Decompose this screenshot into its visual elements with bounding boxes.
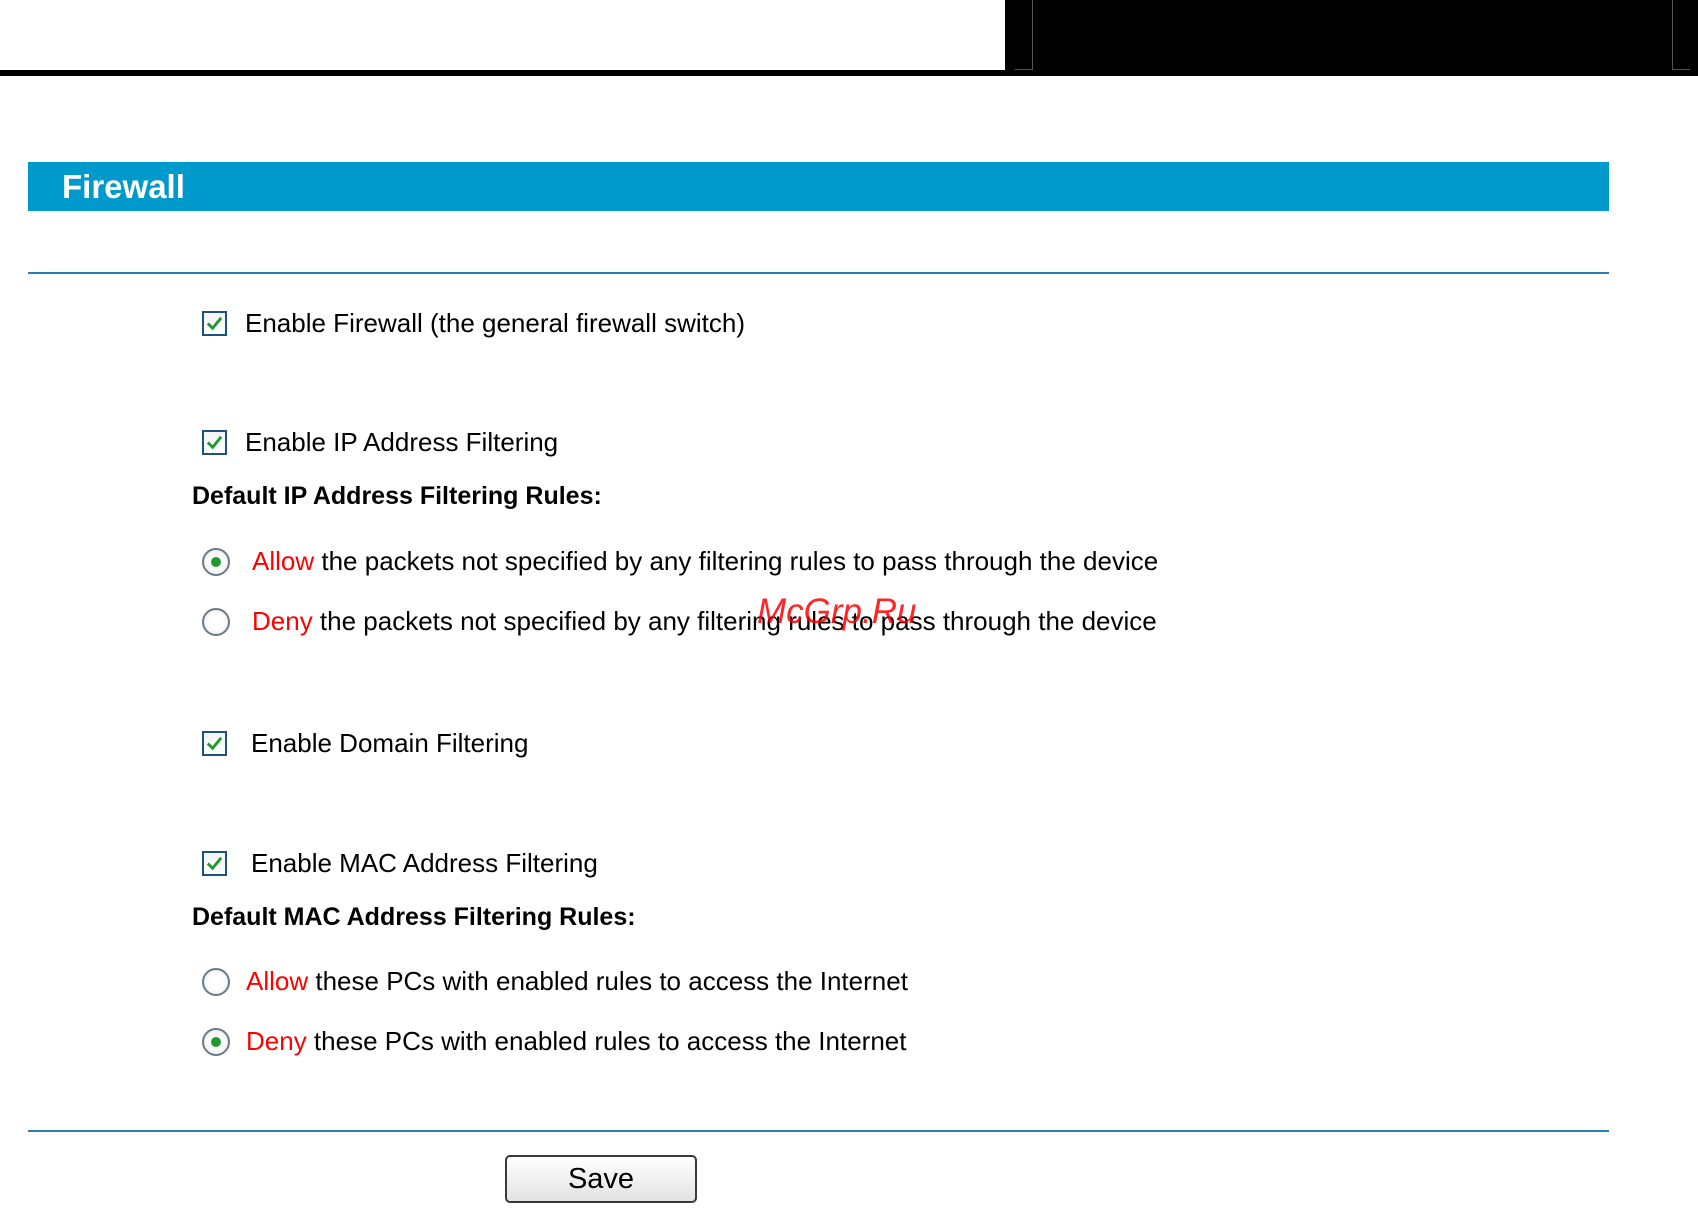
enable-firewall-label: Enable Firewall (the general firewall sw… (245, 308, 745, 338)
crop-mark-right (1672, 0, 1690, 70)
enable-domain-filtering-row[interactable]: Enable Domain Filtering (202, 728, 528, 759)
enable-ip-filtering-row[interactable]: Enable IP Address Filtering (202, 427, 558, 458)
mac-rule-deny-radio[interactable] (202, 1027, 230, 1056)
mac-rules-header: Default MAC Address Filtering Rules: (192, 903, 636, 931)
mac-rule-deny-label: Deny these PCs with enabled rules to acc… (246, 1026, 906, 1057)
checkmark-icon (206, 316, 223, 331)
top-banner-block (1005, 0, 1698, 76)
ip-rule-deny-text: the packets not specified by any filteri… (312, 606, 1157, 636)
bottom-divider (28, 1130, 1609, 1132)
enable-firewall-row[interactable]: Enable Firewall (the general firewall sw… (202, 308, 745, 339)
title-bar: Firewall (28, 162, 1609, 211)
crop-mark-left (1015, 0, 1033, 70)
enable-domain-filtering-label: Enable Domain Filtering (251, 728, 529, 758)
enable-domain-filtering-checkbox[interactable] (202, 731, 227, 756)
deny-keyword: Deny (246, 1026, 307, 1056)
enable-mac-filtering-label: Enable MAC Address Filtering (251, 848, 598, 878)
enable-mac-filtering-checkbox[interactable] (202, 851, 227, 876)
ip-rule-allow-radio[interactable] (202, 547, 230, 576)
ip-rule-allow-option[interactable]: Allow the packets not specified by any f… (202, 546, 1158, 577)
checkmark-icon (206, 435, 223, 450)
ip-rule-deny-label: Deny the packets not specified by any fi… (252, 606, 1157, 637)
ip-rule-deny-option[interactable]: Deny the packets not specified by any fi… (202, 606, 1157, 637)
ip-rule-allow-label: Allow the packets not specified by any f… (252, 546, 1158, 577)
top-rule (0, 70, 1010, 76)
radio-selected-dot (211, 556, 221, 567)
ip-rule-deny-radio[interactable] (202, 607, 230, 636)
mac-rule-allow-text: these PCs with enabled rules to access t… (308, 966, 908, 996)
checkmark-icon (206, 856, 223, 871)
mac-rule-deny-text: these PCs with enabled rules to access t… (306, 1026, 907, 1056)
mac-rule-allow-option[interactable]: Allow these PCs with enabled rules to ac… (202, 966, 908, 997)
page-title: Firewall (62, 167, 185, 205)
mac-rule-deny-option[interactable]: Deny these PCs with enabled rules to acc… (202, 1026, 906, 1057)
allow-keyword: Allow (246, 966, 309, 996)
ip-rules-header: Default IP Address Filtering Rules: (192, 482, 602, 510)
mac-rule-allow-label: Allow these PCs with enabled rules to ac… (246, 966, 908, 997)
enable-firewall-checkbox[interactable] (202, 311, 227, 336)
deny-keyword: Deny (252, 606, 313, 636)
save-button[interactable]: Save (505, 1155, 697, 1203)
radio-selected-dot (211, 1036, 221, 1047)
enable-mac-filtering-row[interactable]: Enable MAC Address Filtering (202, 848, 598, 879)
enable-ip-filtering-label: Enable IP Address Filtering (245, 427, 559, 457)
ip-rule-allow-text: the packets not specified by any filteri… (314, 546, 1159, 576)
checkmark-icon (206, 736, 223, 751)
mac-rule-allow-radio[interactable] (202, 967, 230, 996)
allow-keyword: Allow (252, 546, 315, 576)
top-divider (28, 272, 1609, 274)
enable-ip-filtering-checkbox[interactable] (202, 430, 227, 455)
